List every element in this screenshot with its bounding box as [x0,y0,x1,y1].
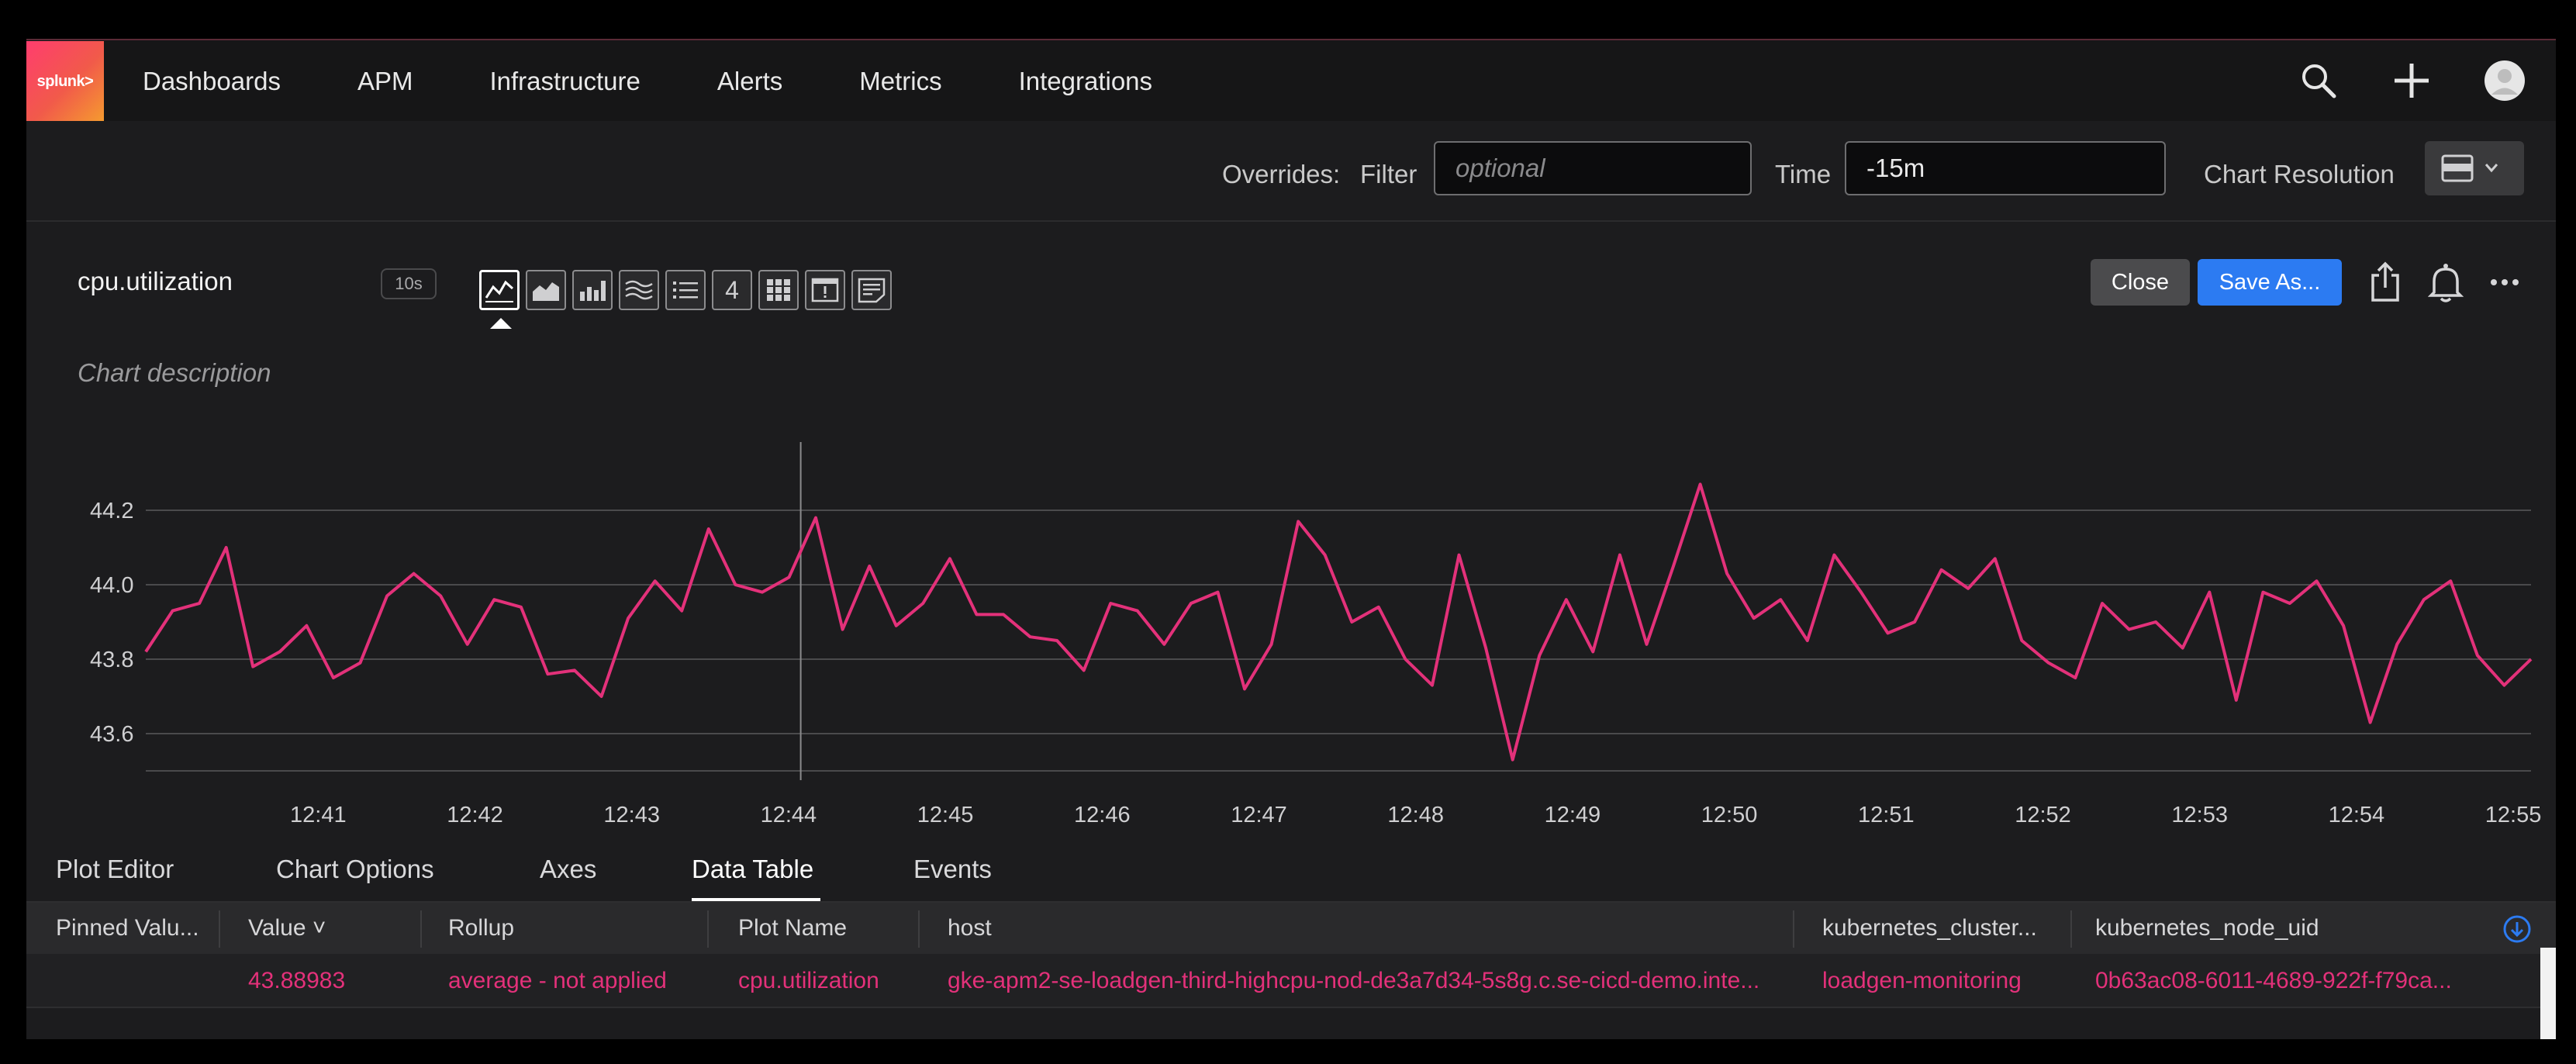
x-tick-label: 12:47 [1231,803,1287,827]
chart-resolution-label: Chart Resolution [2204,160,2395,188]
column-header-pinned-value[interactable]: Pinned Valu... [56,915,211,941]
list-icon[interactable] [665,270,706,310]
column-divider[interactable] [707,910,709,948]
y-tick-label: 44.2 [90,499,133,523]
overrides-bar: Overrides: Filter Time Chart Resolution [26,121,2556,222]
cell-value: 43.88983 [248,968,346,993]
user-avatar-icon[interactable] [2481,57,2528,104]
tab-events[interactable]: Events [913,855,992,884]
column-header-host[interactable]: host [948,915,992,941]
x-tick-label: 12:52 [2015,803,2071,827]
column-divider[interactable] [2070,910,2072,948]
active-tab-indicator [692,898,820,901]
column-header-kubernetes-cluster[interactable]: kubernetes_cluster... [1822,915,2070,941]
more-options-icon[interactable] [2481,257,2528,307]
line-chart-icon[interactable] [479,270,520,310]
nav-item-dashboards[interactable]: Dashboards [143,67,281,96]
splunk-logo[interactable]: splunk> [26,41,104,122]
nav-menu: Dashboards APM Infrastructure Alerts Met… [143,67,1229,96]
nav-item-alerts[interactable]: Alerts [717,67,782,96]
x-tick-label: 12:50 [1701,803,1758,827]
x-tick-label: 12:49 [1545,803,1601,827]
chart-resolution-dropdown[interactable] [2425,141,2524,195]
tab-axes[interactable]: Axes [540,855,596,884]
table-row[interactable]: 43.88983 average - not applied cpu.utili… [26,954,2556,1008]
histogram-icon[interactable] [619,270,659,310]
cell-kubernetes-node-uid: 0b63ac08-6011-4689-922f-f79ca... [2095,968,2452,993]
column-header-kubernetes-node-uid[interactable]: kubernetes_node_uid [2095,915,2319,941]
x-tick-label: 12:48 [1387,803,1444,827]
sort-chevron-icon: ˅ [312,915,326,941]
chart-title[interactable]: cpu.utilization [78,267,233,296]
nav-item-integrations[interactable]: Integrations [1019,67,1152,96]
tab-chart-options[interactable]: Chart Options [276,855,434,884]
x-tick-label: 12:55 [2485,803,2542,827]
series-line-cpu-utilization [144,482,2533,762]
y-tick-label: 43.8 [90,648,133,672]
editor-tabs: Plot Editor Chart Options Axes Data Tabl… [26,830,2556,903]
column-chart-icon[interactable] [572,270,613,310]
cell-kubernetes-cluster: loadgen-monitoring [1822,968,2022,993]
area-chart-icon[interactable] [526,270,566,310]
download-icon[interactable] [2500,912,2534,946]
search-icon[interactable] [2295,57,2342,104]
x-tick-label: 12:43 [603,803,660,827]
vertical-scrollbar[interactable] [2540,948,2556,1039]
heatmap-icon[interactable] [758,270,799,310]
line-chart[interactable]: 44.2 44.0 43.8 43.6 12:41 12:42 12:43 12:44 12:… [26,442,2556,830]
column-header-rollup[interactable]: Rollup [448,915,514,941]
x-tick-label: 12:45 [917,803,974,827]
column-header-value-label: Value [248,915,306,941]
active-viz-caret [490,318,512,329]
x-tick-label: 12:44 [761,803,817,827]
text-note-icon[interactable] [851,270,892,310]
data-table-header: Pinned Valu... Value ˅ Rollup Plot Name … [26,903,2556,954]
column-divider[interactable] [219,910,220,948]
app-window: splunk> Dashboards APM Infrastructure Al… [26,39,2556,1039]
x-tick-label: 12:53 [2171,803,2228,827]
x-tick-label: 12:42 [447,803,503,827]
single-value-icon[interactable]: 4 [712,270,752,310]
share-icon[interactable] [2362,257,2409,307]
close-button[interactable]: Close [2091,259,2190,306]
top-nav: splunk> Dashboards APM Infrastructure Al… [26,39,2556,123]
tab-plot-editor[interactable]: Plot Editor [56,855,174,884]
time-input[interactable] [1845,141,2166,195]
column-header-plot-name[interactable]: Plot Name [738,915,847,941]
column-divider[interactable] [420,910,422,948]
tab-data-table[interactable]: Data Table [692,855,813,884]
nav-item-apm[interactable]: APM [357,67,413,96]
bell-icon[interactable] [2422,257,2469,307]
chart-description[interactable]: Chart description [78,358,271,388]
resolution-badge: 10s [381,268,437,299]
event-feed-icon[interactable] [805,270,845,310]
x-tick-label: 12:51 [1858,803,1915,827]
column-divider[interactable] [918,910,920,948]
column-header-value[interactable]: Value ˅ [248,915,326,941]
column-divider[interactable] [1793,910,1794,948]
overrides-label: Overrides: [1222,160,1341,188]
x-tick-label: 12:41 [290,803,347,827]
x-tick-label: 12:46 [1074,803,1131,827]
nav-item-metrics[interactable]: Metrics [859,67,941,96]
nav-actions [2249,40,2556,121]
y-tick-label: 43.6 [90,722,133,747]
cell-host: gke-apm2-se-loadgen-third-highcpu-nod-de… [948,968,1760,993]
resolution-icon [2441,154,2498,182]
filter-label: Filter [1360,160,1417,188]
x-tick-label: 12:54 [2329,803,2385,827]
y-tick-label: 44.0 [90,573,133,598]
nav-item-infrastructure[interactable]: Infrastructure [489,67,640,96]
save-as-button[interactable]: Save As... [2198,259,2342,306]
plus-icon[interactable] [2388,57,2435,104]
time-label: Time [1775,160,1832,188]
cell-rollup: average - not applied [448,968,667,993]
visualization-toolbar: 4 [479,270,898,310]
filter-input[interactable] [1434,141,1752,195]
cell-plot-name: cpu.utilization [738,968,879,993]
